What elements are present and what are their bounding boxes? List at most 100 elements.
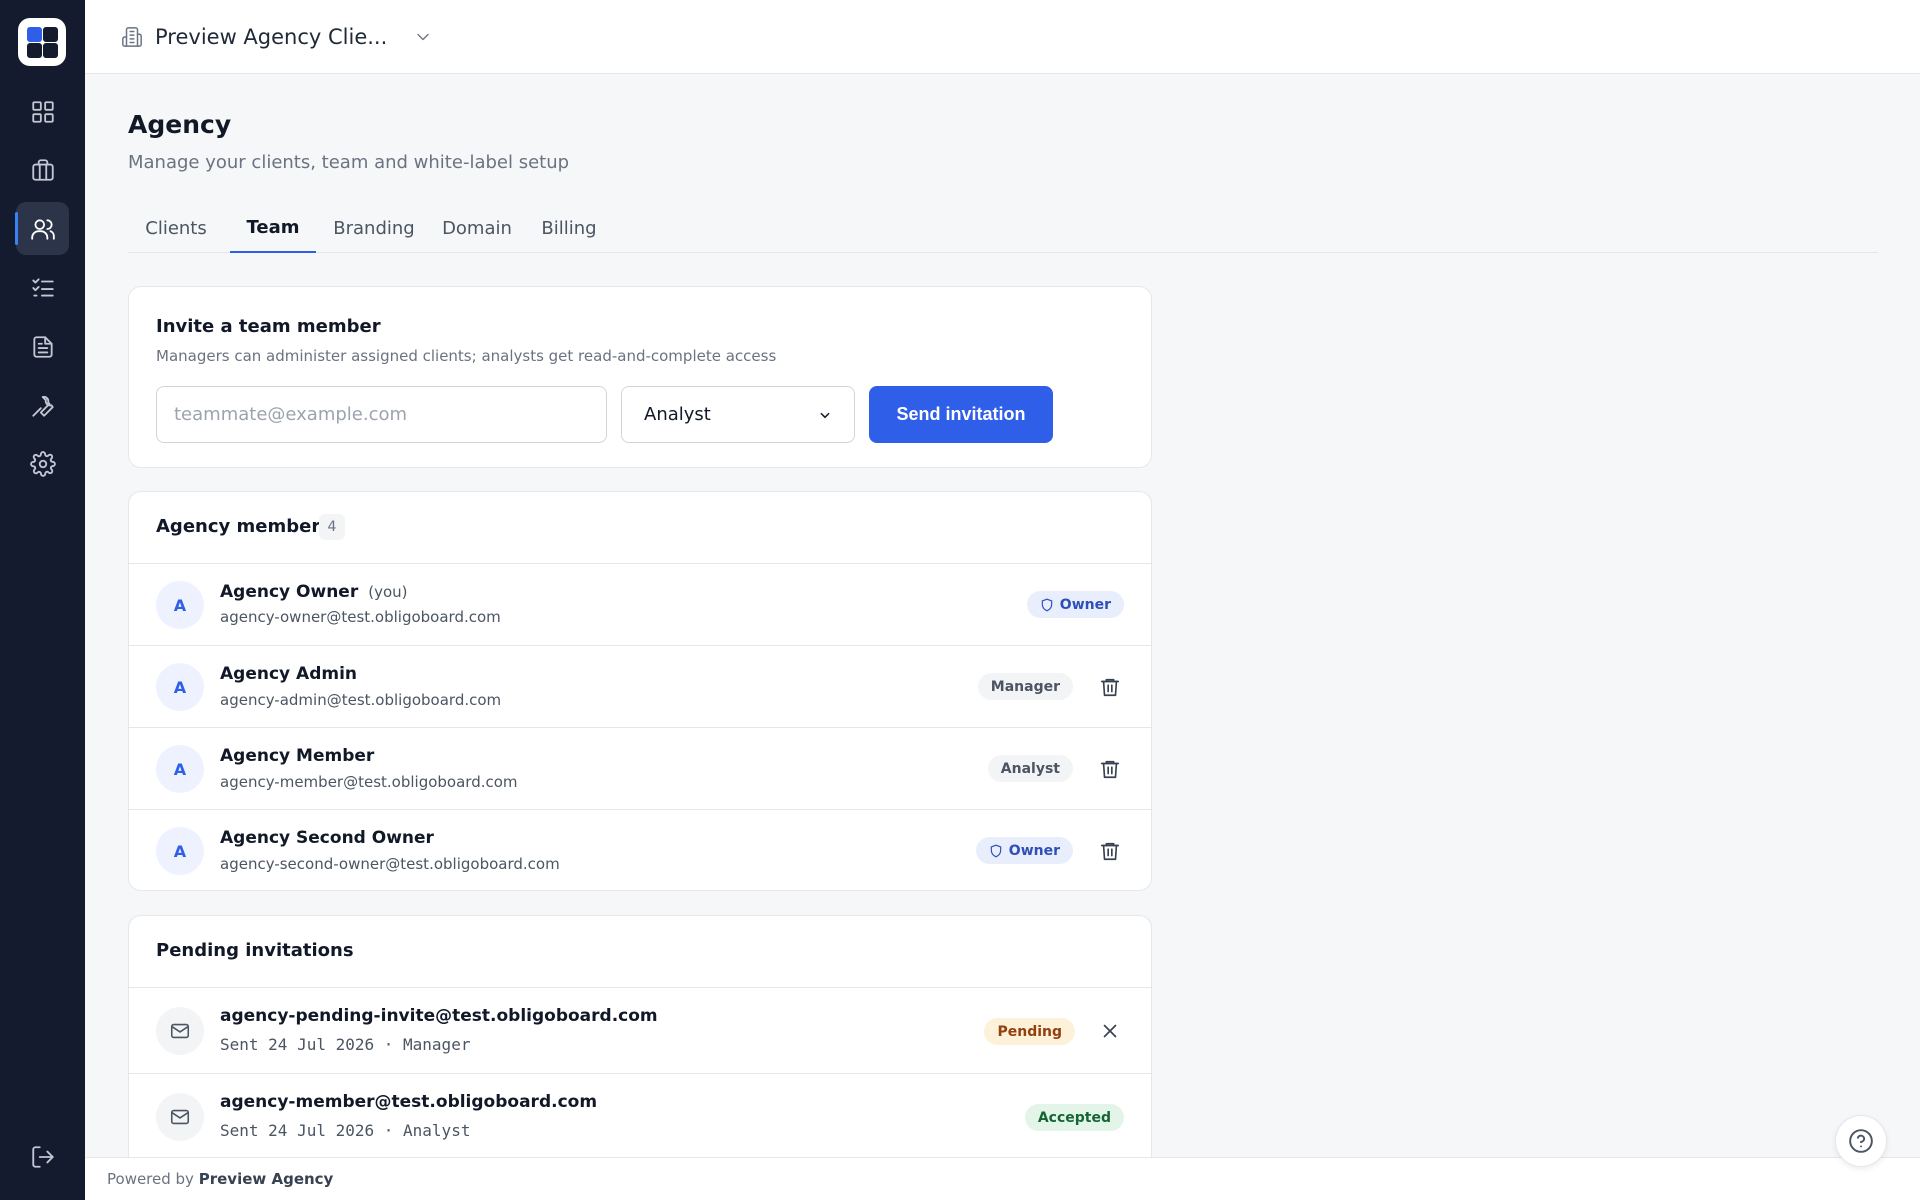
member-email: agency-second-owner@test.obligoboard.com: [220, 855, 560, 873]
invitation-email: agency-pending-invite@test.obligoboard.c…: [220, 1006, 658, 1026]
invitation-email: agency-member@test.obligoboard.com: [220, 1092, 598, 1112]
logo-square: [43, 43, 58, 58]
role-badge-label: Owner: [1059, 596, 1111, 613]
invite-email-input[interactable]: [156, 386, 607, 443]
powered-by: Powered by Preview Agency: [107, 1170, 333, 1188]
member-name: Agency Owner (you): [220, 582, 407, 602]
role-badge-owner: Owner: [1026, 591, 1124, 618]
mail-icon: [170, 1109, 190, 1125]
send-invitation-button[interactable]: Send invitation: [869, 386, 1053, 443]
role-select[interactable]: Analyst: [621, 386, 855, 443]
member-row: A Agency Member agency-member@test.oblig…: [129, 728, 1151, 810]
member-name: Agency Second Owner: [220, 828, 434, 848]
pending-title: Pending invitations: [156, 940, 354, 961]
logo-check-square: [27, 27, 42, 42]
page-subtitle: Manage your clients, team and white-labe…: [128, 152, 570, 173]
remove-member-button[interactable]: [1096, 837, 1124, 865]
tab-billing[interactable]: Billing: [528, 204, 610, 253]
checklist-icon: [31, 277, 54, 297]
help-icon: [1849, 1129, 1873, 1153]
member-email: agency-admin@test.obligoboard.com: [220, 691, 502, 709]
role-select-value: Analyst: [644, 404, 711, 425]
mail-icon: [170, 1023, 190, 1039]
chevron-down-icon: [820, 412, 830, 418]
status-badge-accepted: Accepted: [1024, 1104, 1124, 1131]
logout-icon: [31, 1145, 54, 1168]
trash-icon: [1100, 678, 1120, 697]
logo-square: [27, 43, 42, 58]
invite-description: Managers can administer assigned clients…: [156, 347, 777, 365]
app-logo[interactable]: [18, 18, 66, 66]
sidebar-item-settings[interactable]: [16, 437, 69, 490]
shield-icon: [1041, 598, 1053, 611]
member-email: agency-owner@test.obligoboard.com: [220, 608, 501, 626]
tab-branding[interactable]: Branding: [322, 204, 426, 253]
invite-title: Invite a team member: [156, 316, 381, 337]
grid-icon: [31, 100, 54, 123]
invitation-row: agency-pending-invite@test.obligoboard.c…: [129, 988, 1151, 1074]
sidebar: [0, 0, 85, 1200]
trash-icon: [1100, 760, 1120, 779]
gear-icon: [29, 450, 56, 477]
member-name: Agency Member: [220, 746, 375, 766]
sidebar-item-tools[interactable]: [16, 379, 69, 432]
logo-square: [43, 27, 58, 42]
avatar: A: [156, 827, 204, 875]
invite-card: Invite a team member Managers can admini…: [128, 286, 1152, 468]
pending-header: Pending invitations: [129, 916, 1151, 988]
role-badge-label: Owner: [1008, 842, 1060, 859]
sidebar-item-documents[interactable]: [16, 320, 69, 373]
tab-clients[interactable]: Clients: [128, 204, 224, 253]
status-badge-pending: Pending: [984, 1018, 1075, 1045]
avatar: A: [156, 745, 204, 793]
members-header: Agency members 4: [129, 492, 1151, 564]
remove-member-button[interactable]: [1096, 673, 1124, 701]
sidebar-item-clients[interactable]: [16, 143, 69, 196]
members-title: Agency members: [156, 516, 331, 537]
close-icon: [1103, 1024, 1117, 1038]
role-badge-analyst: Analyst: [987, 755, 1073, 782]
topbar: Preview Agency Clie...: [85, 0, 1920, 74]
tab-domain[interactable]: Domain: [432, 204, 522, 253]
role-badge-manager: Manager: [977, 673, 1073, 700]
wrench-icon: [31, 395, 54, 417]
member-row: A Agency Admin agency-admin@test.obligob…: [129, 646, 1151, 728]
member-name-text: Agency Owner: [220, 582, 359, 602]
members-count-badge: 4: [319, 514, 345, 540]
workspace-switcher[interactable]: Preview Agency Clie...: [121, 22, 433, 52]
avatar: A: [156, 663, 204, 711]
sidebar-item-dashboard[interactable]: [16, 85, 69, 138]
page-title: Agency: [128, 110, 232, 139]
users-icon: [30, 218, 55, 240]
sidebar-item-agency[interactable]: [15, 202, 69, 255]
document-icon: [32, 335, 53, 358]
member-row: A Agency Owner (you) agency-owner@test.ob…: [129, 564, 1151, 646]
help-button[interactable]: [1835, 1115, 1887, 1167]
chevron-down-icon: [417, 33, 429, 41]
revoke-invitation-button[interactable]: [1096, 1017, 1124, 1045]
member-name: Agency Admin: [220, 664, 358, 684]
building-icon: [122, 27, 142, 47]
invitation-meta: Sent 24 Jul 2026 · Analyst: [220, 1121, 471, 1140]
invitation-row: agency-member@test.obligoboard.com Sent …: [129, 1074, 1151, 1160]
briefcase-icon: [31, 158, 54, 181]
tab-team[interactable]: Team: [230, 204, 316, 253]
remove-member-button[interactable]: [1096, 755, 1124, 783]
powered-by-brand: Preview Agency: [198, 1170, 334, 1188]
sidebar-item-tasks[interactable]: [16, 261, 69, 314]
footer: Powered by Preview Agency: [85, 1157, 1920, 1200]
you-label: (you): [368, 583, 408, 601]
shield-icon: [990, 844, 1002, 857]
invitation-meta: Sent 24 Jul 2026 · Manager: [220, 1035, 471, 1054]
member-row: A Agency Second Owner agency-second-owne…: [129, 810, 1151, 892]
member-email: agency-member@test.obligoboard.com: [220, 773, 518, 791]
trash-icon: [1100, 842, 1120, 861]
workspace-name: Preview Agency Clie...: [155, 25, 388, 49]
powered-by-prefix: Powered by: [107, 1170, 194, 1188]
avatar: A: [156, 581, 204, 629]
tab-bar: Clients Team Branding Domain Billing: [128, 204, 1878, 253]
invitation-avatar: [156, 1007, 204, 1055]
members-card: Agency members 4 A Agency Owner (you) age…: [128, 491, 1152, 891]
logout-button[interactable]: [16, 1130, 69, 1183]
role-badge-owner: Owner: [975, 837, 1073, 864]
